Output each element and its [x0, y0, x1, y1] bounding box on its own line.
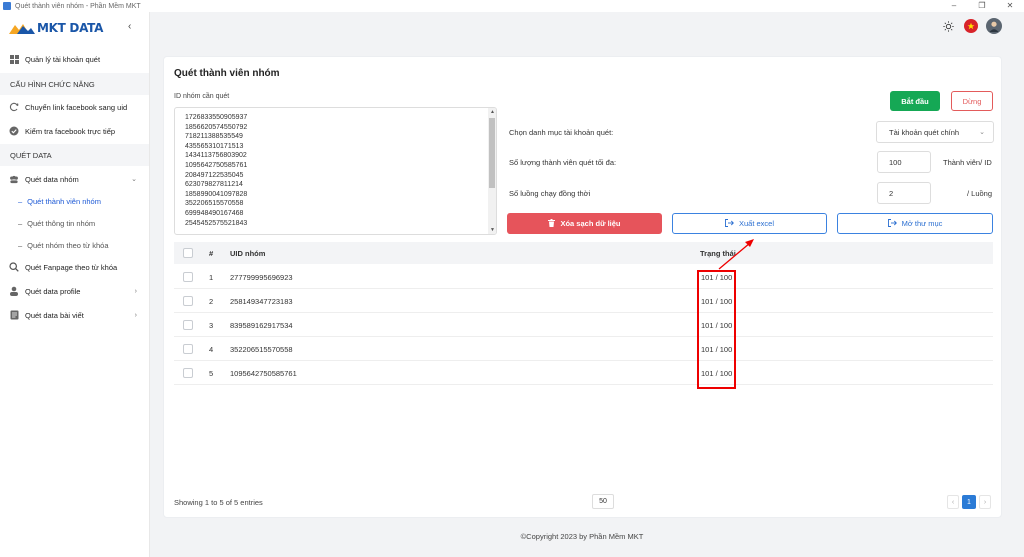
sidebar-item-label: Quản lý tài khoản quét	[25, 54, 101, 64]
sync-icon	[9, 102, 19, 112]
chevron-down-icon: ⌄	[131, 176, 137, 183]
pagination-prev[interactable]: ‹	[947, 495, 959, 509]
search-icon	[9, 262, 19, 272]
sidebar-item-label: Quét data nhóm	[25, 174, 79, 184]
window-controls: – ❐ ✕	[940, 0, 1024, 12]
sidebar-subitem-group-keyword[interactable]: – Quét nhóm theo từ khóa	[18, 234, 109, 256]
chevron-right-icon: ›	[134, 311, 137, 319]
sidebar-item-fanpage-keyword[interactable]: Quét Fanpage theo từ khóa	[0, 255, 149, 279]
brand-logo[interactable]: MKT DATA	[9, 21, 103, 35]
users-icon	[9, 174, 19, 184]
pagination-current[interactable]: 1	[962, 495, 976, 509]
table-entries-info: Showing 1 to 5 of 5 entries	[174, 498, 263, 507]
copyright-footer: ©Copyright 2023 by Phần Mềm MKT	[520, 532, 644, 541]
sidebar-item-convert-link[interactable]: Chuyển link facebook sang uid	[0, 95, 149, 119]
pagination-next[interactable]: ›	[979, 495, 991, 509]
sidebar: MKT DATA ‹ Quản lý tài khoản quét CẤU HÌ…	[0, 12, 150, 557]
sidebar-item-label: Quét data profile	[25, 286, 81, 296]
section-config-heading: CẤU HÌNH CHỨC NĂNG	[0, 73, 149, 95]
collapse-sidebar-icon[interactable]: ‹	[128, 21, 131, 32]
profile-icon	[9, 286, 19, 296]
sidebar-item-post-data[interactable]: Quét data bài viết ›	[0, 303, 149, 327]
sidebar-item-group-data[interactable]: Quét data nhóm ⌄	[0, 167, 149, 191]
vietnam-flag-icon[interactable]	[964, 19, 978, 33]
maximize-button[interactable]: ❐	[968, 0, 996, 12]
close-button[interactable]: ✕	[996, 0, 1024, 12]
page-size-select[interactable]: 50	[592, 494, 614, 509]
annotation-arrow	[718, 239, 754, 270]
document-icon	[9, 310, 19, 320]
sidebar-subitem-label: Quét nhóm theo từ khóa	[27, 240, 109, 250]
window-titlebar: Quét thành viên nhóm - Phần Mềm MKT – ❐ …	[0, 0, 1024, 12]
sidebar-subitem-label: Quét thông tin nhóm	[27, 218, 96, 228]
chevron-right-icon: ›	[134, 287, 137, 295]
main-card: Quét thành viên nhóm ID nhóm cần quét 17…	[163, 56, 1002, 518]
section-data-heading: QUÉT DATA	[0, 144, 149, 166]
sidebar-item-label: Chuyển link facebook sang uid	[25, 102, 128, 112]
dash-icon: –	[18, 218, 23, 228]
user-avatar[interactable]	[986, 18, 1002, 34]
sidebar-item-label: Kiểm tra facebook trực tiếp	[25, 126, 116, 136]
logo-mark-icon	[9, 24, 35, 34]
app-icon	[3, 2, 11, 10]
sidebar-item-accounts[interactable]: Quản lý tài khoản quét	[0, 47, 149, 71]
theme-toggle-icon[interactable]	[941, 19, 955, 33]
sidebar-item-profile-data[interactable]: Quét data profile ›	[0, 279, 149, 303]
window-title: Quét thành viên nhóm - Phần Mềm MKT	[15, 2, 141, 10]
grid-icon	[9, 54, 19, 64]
dash-icon: –	[18, 240, 23, 250]
sidebar-subitem-label: Quét thành viên nhóm	[27, 196, 101, 206]
sidebar-subitem-group-info[interactable]: – Quét thông tin nhóm	[18, 212, 95, 234]
brand-name: MKT DATA	[37, 21, 104, 35]
check-circle-icon	[9, 126, 19, 136]
sidebar-subitem-group-members[interactable]: – Quét thành viên nhóm	[18, 190, 101, 212]
sidebar-item-label: Quét data bài viết	[25, 310, 84, 320]
dash-icon: –	[18, 196, 23, 206]
sidebar-item-label: Quét Fanpage theo từ khóa	[25, 262, 118, 272]
window-scrollbar-track	[1014, 12, 1024, 557]
sidebar-item-check-facebook[interactable]: Kiểm tra facebook trực tiếp	[0, 119, 149, 143]
minimize-button[interactable]: –	[940, 0, 968, 12]
